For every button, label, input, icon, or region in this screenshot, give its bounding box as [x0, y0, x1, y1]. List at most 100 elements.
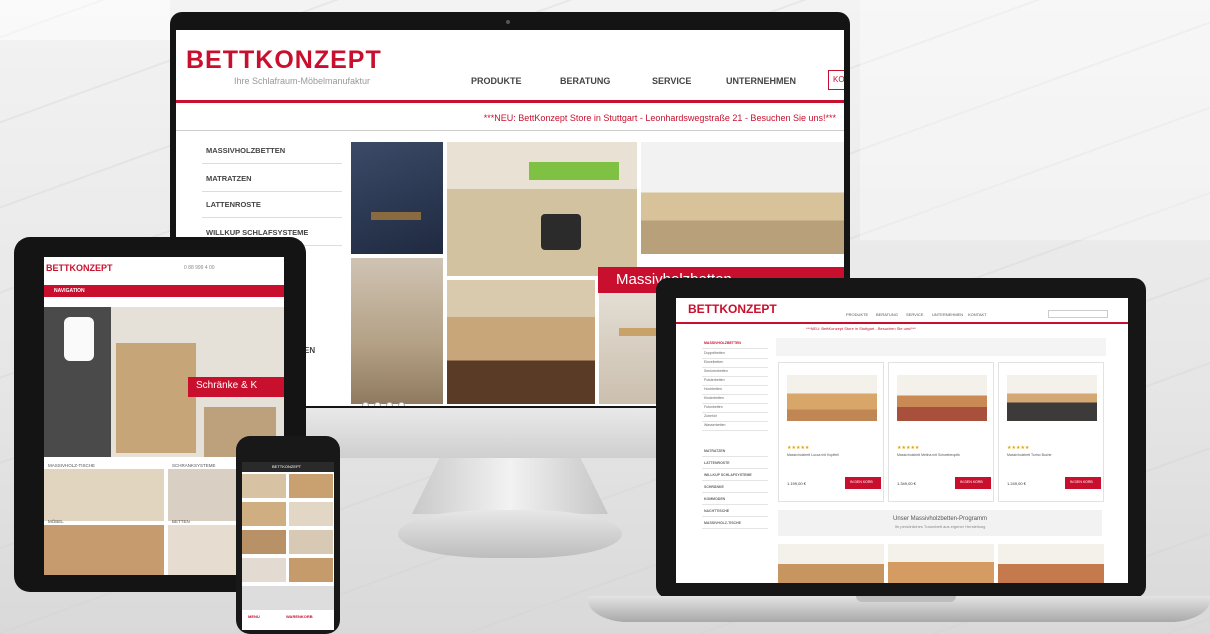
product-thumb[interactable] [778, 544, 884, 583]
product-price: 1.349,00 € [897, 481, 916, 486]
header-divider [176, 100, 844, 103]
tablet-phone-number: 0 88 999 4 00 [184, 265, 215, 271]
laptop-nav-kontakt[interactable]: KONTAKT [968, 312, 987, 317]
slider-dot[interactable] [386, 402, 393, 406]
phone-tile[interactable] [289, 558, 333, 582]
monitor-camera [506, 20, 510, 24]
laptop-sidebar-item[interactable]: LATTENROSTE [702, 458, 768, 469]
sidebar-item-lattenroste[interactable]: LATTENROSTE [202, 192, 342, 218]
laptop-trackpad-lip [856, 596, 956, 602]
nav-kontakt[interactable]: KO [828, 70, 844, 90]
monitor-base [398, 510, 622, 558]
product-thumb[interactable] [888, 544, 994, 583]
news-ticker[interactable]: ***NEU: BettKonzept Store in Stuttgart -… [484, 113, 836, 123]
add-to-cart-button[interactable]: IN DEN KORB [955, 477, 991, 489]
laptop-nav-produkte[interactable]: PRODUKTE [846, 312, 868, 317]
phone-tile[interactable] [289, 502, 333, 526]
background-panel [0, 0, 170, 40]
laptop-sidebar-item[interactable]: NACHTTISCHE [702, 506, 768, 517]
product-image[interactable] [1007, 375, 1097, 421]
laptop-sidebar-item[interactable]: MATRATZEN [702, 446, 768, 457]
product-price: 1.199,00 € [787, 481, 806, 486]
add-to-cart-button[interactable]: IN DEN KORB [845, 477, 881, 489]
phone-tile[interactable] [242, 530, 286, 554]
laptop-nav-beratung[interactable]: BERATUNG [876, 312, 898, 317]
sidebar-item-matratzen[interactable]: MATRATZEN [202, 166, 342, 192]
laptop-header-divider [676, 322, 1128, 324]
ticker-divider [176, 130, 844, 131]
program-banner-subtitle: Ihr persönliches Traumbett aus eigener H… [894, 524, 986, 529]
laptop-sidebar-item[interactable]: KOMMODEN [702, 494, 768, 505]
laptop-sidebar-item[interactable]: WILLKUP SCHLAFSYSTEME [702, 470, 768, 481]
laptop-toolbar [776, 338, 1106, 356]
tablet-caption: SCHRANKSYSTEME [172, 463, 216, 468]
phone-footer-menu[interactable]: MENU [248, 614, 260, 619]
phone-tile[interactable] [289, 474, 333, 498]
site-tagline: Ihre Schlafraum-Möbelmanufaktur [234, 76, 371, 86]
tablet-logo[interactable]: BETTKONZEPT [46, 263, 113, 273]
product-rating: ★★★★★ [897, 445, 920, 451]
laptop-nav-unternehmen[interactable]: UNTERNEHMEN [932, 312, 963, 317]
product-image[interactable] [897, 375, 987, 421]
laptop-sidebar-item[interactable]: SCHRÄNKE [702, 482, 768, 493]
tablet-caption: BETTEN [172, 519, 190, 524]
nav-service[interactable]: SERVICE [652, 76, 691, 86]
phone-banner[interactable] [242, 586, 334, 610]
phone-tile[interactable] [242, 474, 286, 498]
shelf-shape [371, 212, 421, 220]
laptop-screen: BETTKONZEPT PRODUKTE BERATUNG SERVICE UN… [676, 298, 1128, 583]
phone-header[interactable]: BETTKONZEPT [242, 462, 334, 472]
hero-image-bedroom [641, 142, 844, 254]
green-pillow [529, 162, 619, 180]
phone-screen: BETTKONZEPT MENU WARENKORB [242, 462, 334, 630]
product-name[interactable]: Massivholzbett Torino Buche [1007, 453, 1097, 457]
tablet-menu-bar[interactable]: NAVIGATION [44, 285, 284, 297]
tablet-caption: MÖBEL [48, 519, 64, 524]
slider-dot[interactable] [362, 402, 369, 406]
laptop-logo[interactable]: BETTKONZEPT [688, 302, 777, 316]
product-name[interactable]: Massivholzbett Lucca mit Kopfteil [787, 453, 877, 457]
product-card[interactable]: ★★★★★ Massivholzbett Melina mit Schwebeo… [888, 362, 994, 502]
hero-image-bed-left [351, 258, 443, 404]
product-price: 1.249,00 € [1007, 481, 1026, 486]
product-card[interactable]: ★★★★★ Massivholzbett Torino Buche 1.249,… [998, 362, 1104, 502]
program-banner[interactable]: Unser Massivholzbetten-Programm Ihr pers… [778, 510, 1102, 536]
product-card[interactable]: ★★★★★ Massivholzbett Lucca mit Kopfteil … [778, 362, 884, 502]
laptop-ticker[interactable]: ***NEU: BettKonzept Store in Stuttgart -… [806, 326, 916, 331]
background-panel [860, 0, 1210, 240]
laptop-search-input[interactable] [1048, 310, 1108, 318]
nav-produkte[interactable]: PRODUKTE [471, 76, 522, 86]
phone-tile[interactable] [242, 558, 286, 582]
slider-dots[interactable] [362, 396, 410, 406]
laptop-device: BETTKONZEPT PRODUKTE BERATUNG SERVICE UN… [656, 278, 1146, 598]
nav-unternehmen[interactable]: UNTERNEHMEN [726, 76, 796, 86]
product-image[interactable] [787, 375, 877, 421]
product-name[interactable]: Massivholzbett Melina mit Schwebeoptik [897, 453, 987, 457]
smartphone-device: BETTKONZEPT MENU WARENKORB [236, 436, 340, 634]
site-logo[interactable]: BETTKONZEPT [186, 46, 382, 75]
wardrobe-shape [116, 343, 196, 453]
slider-dot[interactable] [374, 402, 381, 406]
tablet-tile-desk[interactable] [44, 469, 164, 521]
add-to-cart-button[interactable]: IN DEN KORB [1065, 477, 1101, 489]
sidebar-item-massivholzbetten[interactable]: MASSIVHOLZBETTEN [202, 138, 342, 164]
hero-image-bed-center [447, 280, 595, 404]
slider-dot[interactable] [398, 402, 405, 406]
phone-tile[interactable] [242, 502, 286, 526]
nav-beratung[interactable]: BERATUNG [560, 76, 610, 86]
program-banner-title: Unser Massivholzbetten-Programm [892, 516, 988, 522]
product-thumb[interactable] [998, 544, 1104, 583]
laptop-sidebar-item[interactable]: MASSIVHOLZ-TISCHE [702, 518, 768, 529]
boots-shape [541, 214, 581, 250]
phone-footer-cart[interactable]: WARENKORB [286, 614, 313, 619]
tablet-caption: MASSIVHOLZ-TISCHE [48, 463, 96, 468]
hero-image-wall-shelf [351, 142, 443, 254]
phone-tile[interactable] [289, 530, 333, 554]
laptop-nav-service[interactable]: SERVICE [906, 312, 924, 317]
laptop-sidebar-item[interactable]: Wasserbetten [702, 420, 768, 431]
tablet-hero-badge[interactable]: Schränke & K [188, 377, 284, 397]
tablet-tile-bed[interactable] [44, 525, 164, 575]
product-rating: ★★★★★ [787, 445, 810, 451]
monitor-stand [412, 458, 608, 514]
product-rating: ★★★★★ [1007, 445, 1030, 451]
